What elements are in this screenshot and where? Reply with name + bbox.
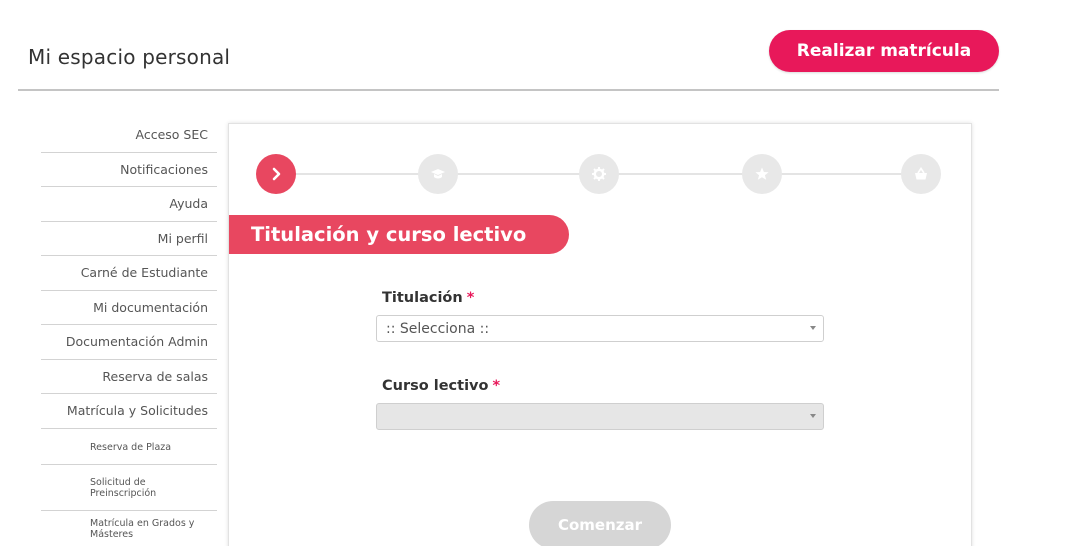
step-1[interactable] [256, 154, 296, 194]
curso-lectivo-select[interactable] [376, 403, 824, 430]
step-3[interactable] [579, 154, 619, 194]
enrollment-card: Titulación y curso lectivo Titulación * :… [228, 123, 972, 546]
sidebar-item-carne-estudiante[interactable]: Carné de Estudiante [41, 256, 217, 291]
titulacion-label-text: Titulación [382, 290, 463, 306]
required-mark: * [466, 290, 475, 306]
required-mark: * [492, 378, 501, 394]
chevron-down-icon [810, 414, 816, 418]
sidebar-item-matricula-solicitudes[interactable]: Matrícula y Solicitudes [41, 394, 217, 429]
app-frame: Mi espacio personal Realizar matrícula A… [0, 0, 1077, 546]
step-4[interactable] [742, 154, 782, 194]
titulacion-select[interactable]: :: Selecciona :: [376, 315, 824, 342]
section-title: Titulación y curso lectivo [229, 215, 569, 254]
curso-lectivo-label: Curso lectivo * [382, 378, 500, 394]
sidebar-subitem-matricula-grados[interactable]: Matrícula en Grados y Másteres [41, 511, 217, 546]
step-2[interactable] [418, 154, 458, 194]
sidebar-item-reserva-salas[interactable]: Reserva de salas [41, 360, 217, 394]
graduation-cap-icon [431, 169, 445, 179]
titulacion-label: Titulación * [382, 290, 474, 306]
chevron-down-icon [810, 326, 816, 330]
sidebar-item-mi-perfil[interactable]: Mi perfil [41, 222, 217, 256]
sidebar-item-mi-documentacion[interactable]: Mi documentación [41, 291, 217, 325]
curso-lectivo-label-text: Curso lectivo [382, 378, 489, 394]
titulacion-select-value: :: Selecciona :: [386, 320, 490, 337]
realizar-matricula-button[interactable]: Realizar matrícula [769, 30, 999, 72]
step-5[interactable] [901, 154, 941, 194]
sidebar: Acceso SEC Notificaciones Ayuda Mi perfi… [41, 118, 217, 429]
sidebar-subitem-reserva-plaza[interactable]: Reserva de Plaza [41, 430, 217, 465]
page-title: Mi espacio personal [28, 45, 231, 69]
sidebar-item-acceso-sec[interactable]: Acceso SEC [41, 118, 217, 153]
chevron-right-icon [272, 167, 281, 181]
sidebar-subitem-preinscripcion[interactable]: Solicitud de Preinscripción [41, 465, 217, 511]
comenzar-button[interactable]: Comenzar [529, 501, 671, 546]
sidebar-subitem-label: Matrícula en Grados y Másteres [90, 518, 195, 540]
header-divider [18, 89, 999, 91]
sidebar-item-ayuda[interactable]: Ayuda [41, 187, 217, 222]
sidebar-subitem-label: Reserva de Plaza [90, 441, 172, 453]
sidebar-subitem-label: Solicitud de Preinscripción [90, 476, 157, 499]
star-icon [755, 167, 769, 180]
basket-icon [915, 167, 927, 180]
sidebar-item-documentacion-admin[interactable]: Documentación Admin [41, 325, 217, 360]
gear-icon [592, 167, 606, 181]
sidebar-item-notificaciones[interactable]: Notificaciones [41, 153, 217, 187]
step-progress [229, 124, 973, 224]
sidebar-submenu: Reserva de Plaza Solicitud de Preinscrip… [41, 430, 217, 546]
